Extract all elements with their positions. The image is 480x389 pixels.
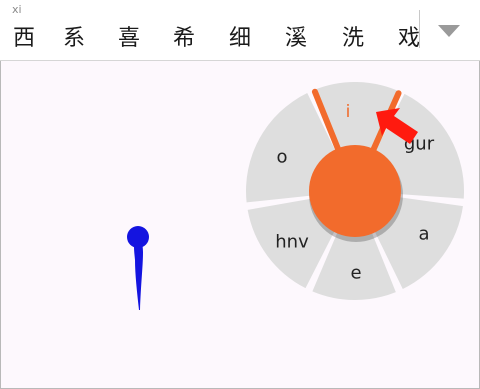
pointer-arrow-icon	[376, 108, 418, 144]
candidate-1[interactable]: 西	[13, 25, 35, 53]
candidate-6[interactable]: 溪	[285, 25, 307, 53]
wheel-graphic	[246, 82, 464, 300]
candidate-bar: xi 西 系 喜 希 细 溪 洗 戏	[0, 0, 480, 61]
wheel-center-button[interactable]	[309, 145, 401, 237]
candidate-3[interactable]: 喜	[118, 25, 140, 53]
stylus-cursor-icon	[127, 226, 149, 310]
candidate-7[interactable]: 洗	[342, 25, 364, 53]
candidate-8[interactable]: 戏	[398, 25, 420, 53]
expand-candidates-button[interactable]	[421, 4, 479, 56]
triangle-down-icon	[438, 25, 460, 37]
candidate-divider	[419, 10, 420, 48]
candidate-2[interactable]: 系	[63, 25, 85, 53]
pinyin-composition: xi	[12, 3, 22, 16]
candidate-5[interactable]: 细	[229, 25, 251, 53]
gesture-wheel: i gur a e hnv o	[246, 82, 464, 300]
candidate-4[interactable]: 希	[173, 25, 195, 53]
candidate-list: 西 系 喜 希 细 溪 洗 戏	[0, 20, 420, 60]
